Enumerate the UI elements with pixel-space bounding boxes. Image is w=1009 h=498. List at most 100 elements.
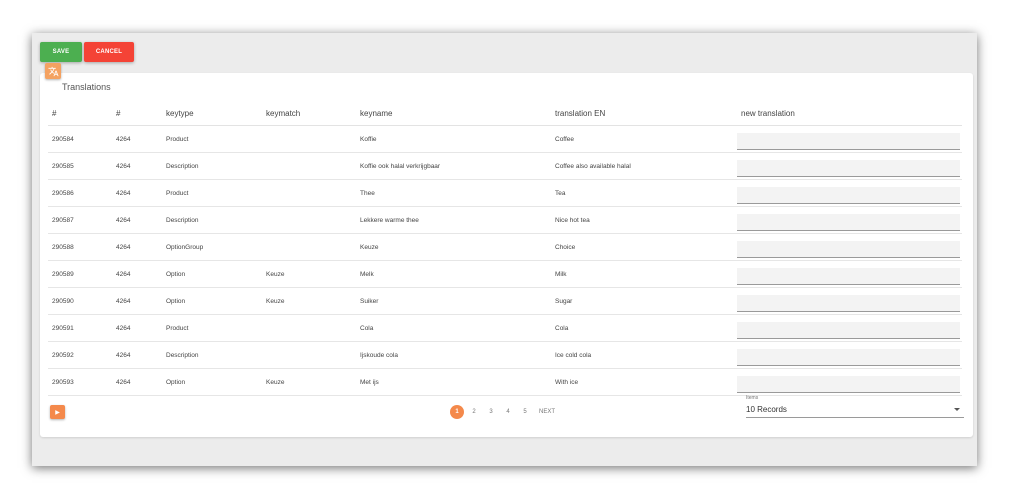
translations-card: Translations # # keytype keymatch keynam… bbox=[40, 63, 973, 437]
col-header-keytype[interactable]: keytype bbox=[162, 101, 262, 126]
new-translation-input[interactable] bbox=[737, 213, 960, 231]
page-3-button[interactable]: 3 bbox=[484, 405, 498, 419]
col-header-new-translation[interactable]: new translation bbox=[737, 101, 962, 126]
group-id-cell: 4264 bbox=[112, 314, 162, 342]
items-per-page-select[interactable]: 10 Records bbox=[746, 403, 964, 418]
table-header-row: # # keytype keymatch keyname translation… bbox=[48, 101, 962, 126]
table-row: 290590 4264 Option Keuze Suiker Sugar bbox=[48, 287, 962, 315]
items-label: Items bbox=[746, 395, 759, 401]
keytype-cell: Option bbox=[162, 287, 262, 315]
keymatch-cell bbox=[262, 233, 356, 261]
cancel-button[interactable]: CANCEL bbox=[84, 42, 134, 62]
keymatch-cell bbox=[262, 152, 356, 180]
keyname-cell: Cola bbox=[356, 314, 551, 342]
page-1-button[interactable]: 1 bbox=[450, 405, 464, 419]
new-translation-input[interactable] bbox=[737, 375, 960, 393]
table-row: 290591 4264 Product Cola Cola bbox=[48, 314, 962, 342]
translation-en-cell: Tea bbox=[551, 179, 737, 207]
keyname-cell: Koffie bbox=[356, 125, 551, 153]
keyname-cell: Suiker bbox=[356, 287, 551, 315]
new-translation-input[interactable] bbox=[737, 186, 960, 204]
keytype-cell: Option bbox=[162, 368, 262, 396]
translation-en-cell: Nice hot tea bbox=[551, 206, 737, 234]
page-2-button[interactable]: 2 bbox=[467, 405, 481, 419]
items-per-page-value: 10 Records bbox=[746, 405, 787, 414]
translation-en-cell: Choice bbox=[551, 233, 737, 261]
id-cell: 290586 bbox=[48, 179, 112, 207]
keytype-cell: Description bbox=[162, 152, 262, 180]
table-row: 290592 4264 Description Ijskoude cola Ice co… bbox=[48, 341, 962, 369]
new-translation-cell bbox=[737, 341, 962, 369]
page-5-button[interactable]: 5 bbox=[518, 405, 532, 419]
next-page-button[interactable]: NEXT bbox=[539, 405, 555, 419]
new-translation-cell bbox=[737, 368, 962, 396]
col-header-keymatch[interactable]: keymatch bbox=[262, 101, 356, 126]
col-header-group-id[interactable]: # bbox=[112, 101, 162, 126]
keymatch-cell: Keuze bbox=[262, 368, 356, 396]
translation-en-cell: Coffee also available halal bbox=[551, 152, 737, 180]
new-translation-input[interactable] bbox=[737, 240, 960, 258]
app-window: SAVE CANCEL Translations # # keytype key… bbox=[32, 33, 977, 466]
table-row: 290586 4264 Product Thee Tea bbox=[48, 179, 962, 207]
keyname-cell: Lekkere warme thee bbox=[356, 206, 551, 234]
id-cell: 290588 bbox=[48, 233, 112, 261]
keytype-cell: Description bbox=[162, 206, 262, 234]
new-translation-input[interactable] bbox=[737, 348, 960, 366]
table-row: 290593 4264 Option Keuze Met ijs With ice bbox=[48, 368, 962, 396]
group-id-cell: 4264 bbox=[112, 233, 162, 261]
new-translation-input[interactable] bbox=[737, 132, 960, 150]
table-row: 290584 4264 Product Koffie Coffee bbox=[48, 125, 962, 153]
translate-icon-glyph bbox=[47, 66, 59, 76]
keymatch-cell bbox=[262, 206, 356, 234]
id-cell: 290589 bbox=[48, 260, 112, 288]
translation-en-cell: Coffee bbox=[551, 125, 737, 153]
keytype-cell: Description bbox=[162, 341, 262, 369]
card-title: Translations bbox=[62, 82, 111, 92]
table-row: 290587 4264 Description Lekkere warme thee N… bbox=[48, 206, 962, 234]
keyname-cell: Koffie ook halal verkrijgbaar bbox=[356, 152, 551, 180]
keytype-cell: Option bbox=[162, 260, 262, 288]
col-header-id[interactable]: # bbox=[48, 101, 112, 126]
keymatch-cell bbox=[262, 341, 356, 369]
translation-en-cell: Sugar bbox=[551, 287, 737, 315]
caret-down-icon bbox=[954, 408, 960, 411]
translations-table: # # keytype keymatch keyname translation… bbox=[48, 101, 962, 396]
new-translation-cell bbox=[737, 125, 962, 153]
translate-icon bbox=[45, 63, 61, 79]
keytype-cell: Product bbox=[162, 314, 262, 342]
group-id-cell: 4264 bbox=[112, 125, 162, 153]
id-cell: 290584 bbox=[48, 125, 112, 153]
page-4-button[interactable]: 4 bbox=[501, 405, 515, 419]
keytype-cell: OptionGroup bbox=[162, 233, 262, 261]
keymatch-cell: Keuze bbox=[262, 287, 356, 315]
keyname-cell: Thee bbox=[356, 179, 551, 207]
id-cell: 290585 bbox=[48, 152, 112, 180]
new-translation-cell bbox=[737, 152, 962, 180]
new-translation-input[interactable] bbox=[737, 321, 960, 339]
group-id-cell: 4264 bbox=[112, 260, 162, 288]
group-id-cell: 4264 bbox=[112, 152, 162, 180]
new-translation-cell bbox=[737, 260, 962, 288]
play-button[interactable]: ▶ bbox=[50, 405, 65, 419]
keymatch-cell bbox=[262, 125, 356, 153]
new-translation-cell bbox=[737, 314, 962, 342]
col-header-keyname[interactable]: keyname bbox=[356, 101, 551, 126]
pagination: 1 2 3 4 5 NEXT bbox=[450, 405, 558, 419]
id-cell: 290593 bbox=[48, 368, 112, 396]
group-id-cell: 4264 bbox=[112, 206, 162, 234]
group-id-cell: 4264 bbox=[112, 287, 162, 315]
keyname-cell: Met ijs bbox=[356, 368, 551, 396]
save-button[interactable]: SAVE bbox=[40, 42, 82, 62]
keytype-cell: Product bbox=[162, 125, 262, 153]
keyname-cell: Melk bbox=[356, 260, 551, 288]
translation-en-cell: Ice cold cola bbox=[551, 341, 737, 369]
translation-en-cell: Cola bbox=[551, 314, 737, 342]
table-row: 290589 4264 Option Keuze Melk Milk bbox=[48, 260, 962, 288]
new-translation-cell bbox=[737, 179, 962, 207]
new-translation-input[interactable] bbox=[737, 267, 960, 285]
new-translation-input[interactable] bbox=[737, 159, 960, 177]
col-header-translation-en[interactable]: translation EN bbox=[551, 101, 737, 126]
translation-en-cell: With ice bbox=[551, 368, 737, 396]
new-translation-input[interactable] bbox=[737, 294, 960, 312]
translation-en-cell: Milk bbox=[551, 260, 737, 288]
